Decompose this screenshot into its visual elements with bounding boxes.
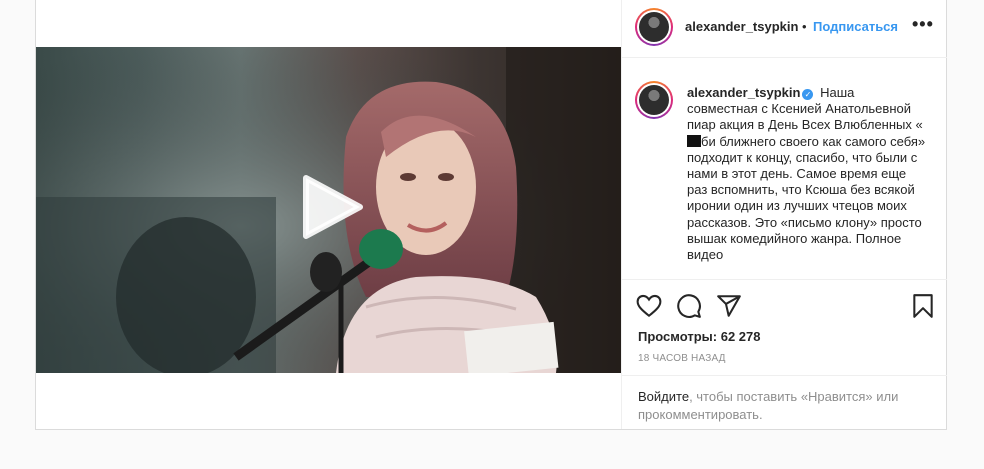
- caption-text: alexander_tsypkin ✓ Наша совместная с Ксе…: [687, 85, 927, 263]
- caption-area: alexander_tsypkin ✓ Наша совместная с Ксе…: [622, 60, 947, 278]
- follow-button[interactable]: Подписаться: [813, 19, 898, 34]
- post-header: alexander_tsypkin • Подписаться •••: [622, 0, 947, 58]
- save-button[interactable]: [910, 293, 936, 319]
- author-avatar[interactable]: [635, 8, 673, 46]
- video-player[interactable]: [36, 47, 621, 373]
- caption-main-before: совместная с Ксенией Анатольевной пиар а…: [687, 101, 923, 133]
- verified-badge-icon: ✓: [802, 89, 814, 100]
- share-icon: [717, 295, 741, 317]
- media-column: [36, 0, 621, 429]
- bookmark-icon: [913, 294, 933, 318]
- comment-button[interactable]: [676, 293, 702, 319]
- heart-icon: [636, 294, 662, 318]
- like-button[interactable]: [636, 293, 662, 319]
- censor-block: [687, 134, 701, 147]
- play-icon: [303, 175, 363, 239]
- post-container: alexander_tsypkin • Подписаться ••• alex…: [35, 0, 947, 430]
- post-timestamp: 18 часов назад: [638, 353, 726, 364]
- login-link[interactable]: Войдите: [638, 389, 689, 404]
- more-options-icon[interactable]: •••: [912, 14, 934, 35]
- caption-main-after: би ближнего своего как самого себя» подх…: [687, 133, 926, 263]
- login-prompt: Войдите, чтобы поставить «Нравится» или …: [622, 375, 947, 429]
- views-label: Просмотры:: [638, 329, 718, 344]
- views-count: Просмотры: 62 278: [638, 329, 760, 344]
- header-separator: •: [802, 19, 807, 34]
- header-username[interactable]: alexander_tsypkin: [685, 19, 798, 34]
- caption-avatar[interactable]: [635, 81, 673, 119]
- play-button[interactable]: [298, 174, 364, 240]
- caption-username[interactable]: alexander_tsypkin: [687, 85, 800, 100]
- action-bar: [622, 279, 947, 319]
- post-sidebar: alexander_tsypkin • Подписаться ••• alex…: [621, 0, 947, 429]
- caption-line1: Наша: [820, 85, 855, 100]
- share-button[interactable]: [716, 293, 742, 319]
- views-value: 62 278: [720, 329, 761, 344]
- comment-icon: [677, 294, 701, 318]
